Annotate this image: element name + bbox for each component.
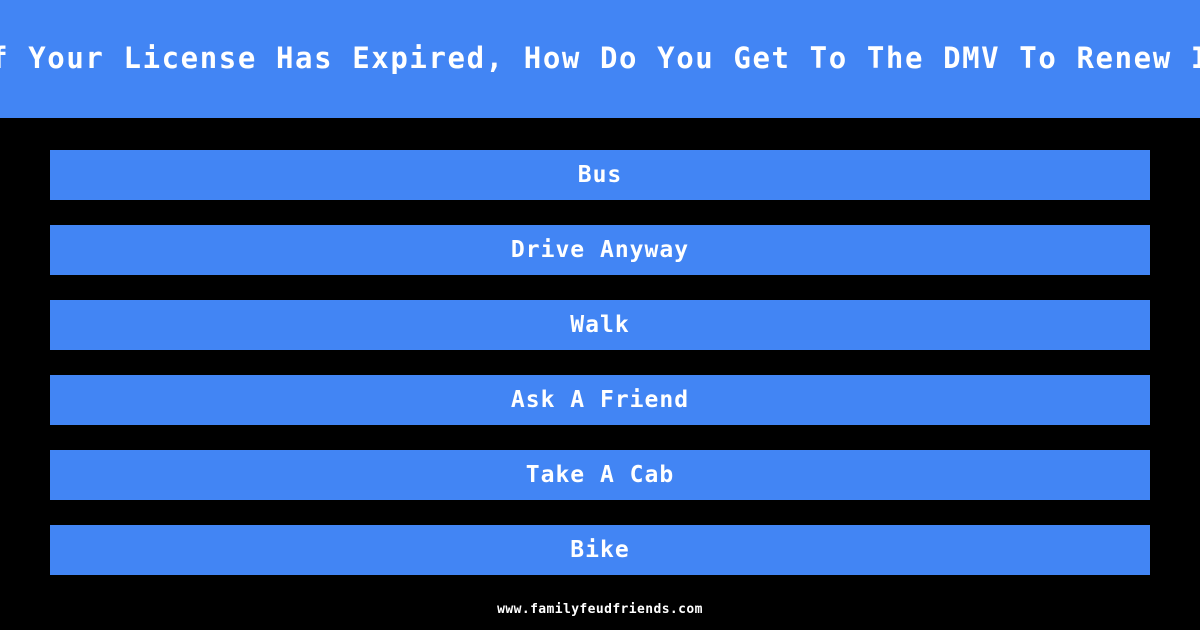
page-title: If Your License Has Expired, How Do You … xyxy=(0,41,1200,76)
answer-label: Bus xyxy=(577,161,623,188)
answer-row[interactable]: Ask A Friend xyxy=(50,375,1150,425)
answer-row[interactable]: Walk xyxy=(50,300,1150,350)
answer-label: Take A Cab xyxy=(525,461,675,488)
answer-label: Drive Anyway xyxy=(510,236,690,263)
answer-label: Ask A Friend xyxy=(510,386,690,413)
answer-row[interactable]: Drive Anyway xyxy=(50,225,1150,275)
answer-label: Walk xyxy=(570,311,630,338)
survey-card: If Your License Has Expired, How Do You … xyxy=(0,0,1200,630)
answer-row[interactable]: Take A Cab xyxy=(50,450,1150,500)
answer-label: Bike xyxy=(570,536,630,563)
site-url[interactable]: www.familyfeudfriends.com xyxy=(497,603,703,616)
answer-row[interactable]: Bike xyxy=(50,525,1150,575)
footer: www.familyfeudfriends.com xyxy=(0,588,1200,630)
answer-row[interactable]: Bus xyxy=(50,150,1150,200)
answer-list: Bus Drive Anyway Walk Ask A Friend Take … xyxy=(0,118,1200,630)
question-header: If Your License Has Expired, How Do You … xyxy=(0,0,1200,118)
